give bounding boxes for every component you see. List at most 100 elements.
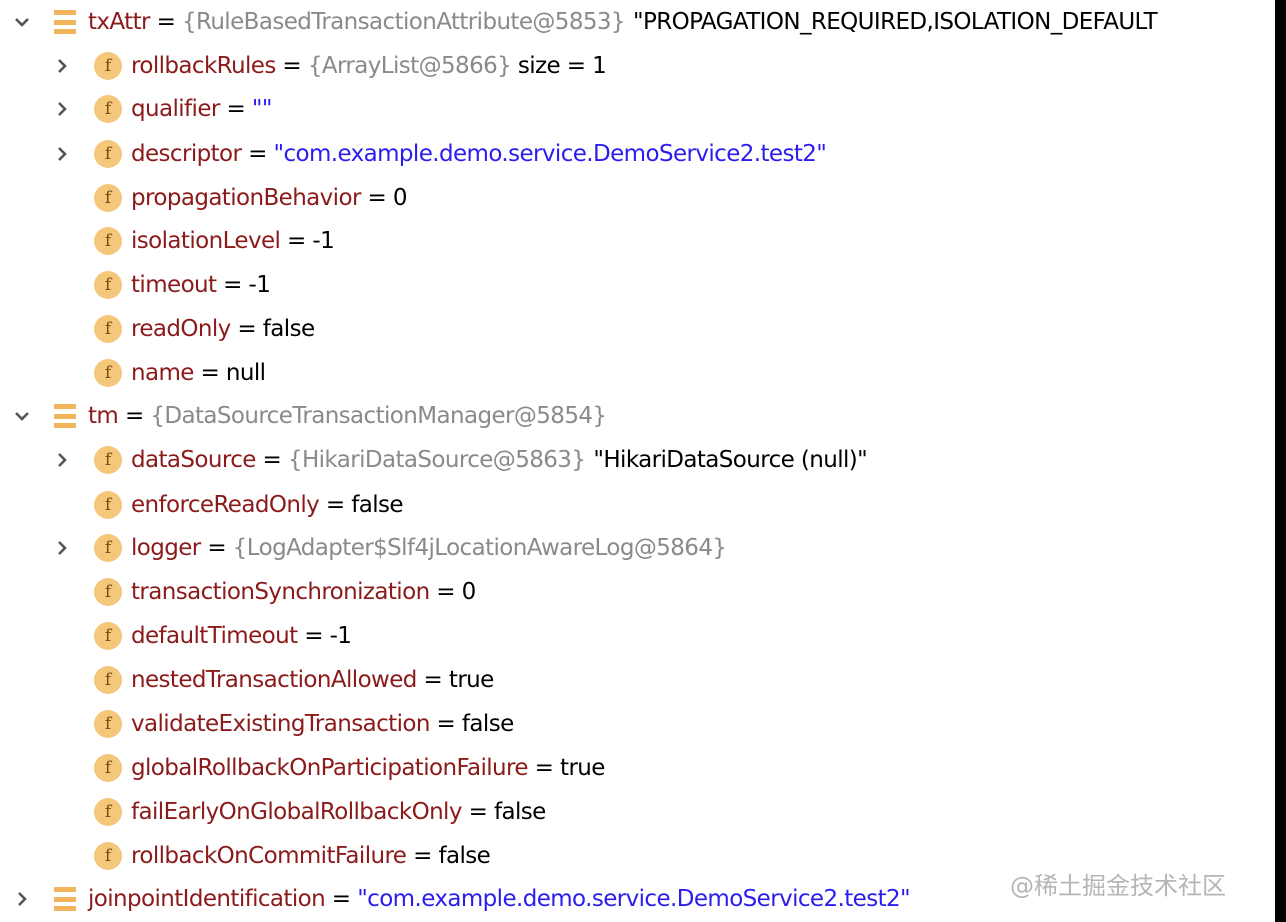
variable-value: true: [560, 755, 605, 781]
variable-name: descriptor: [131, 141, 242, 167]
row-text: qualifier = "": [131, 96, 272, 122]
equals-sign: =: [275, 53, 308, 79]
equals-sign: =: [325, 886, 358, 912]
tree-row-failEarlyOnGlobalRollbackOnly[interactable]: f failEarlyOnGlobalRollbackOnly = false: [0, 790, 1275, 834]
variable-value: false: [461, 711, 514, 737]
tree-row-logger[interactable]: f logger = {LogAdapter$Slf4jLocationAware…: [0, 526, 1275, 570]
variable-value: -1: [312, 228, 335, 254]
equals-sign: =: [118, 403, 151, 429]
tree-row-defaultTimeout[interactable]: f defaultTimeout = -1: [0, 614, 1275, 658]
tree-row-enforceReadOnly[interactable]: f enforceReadOnly = false: [0, 483, 1275, 527]
equals-sign: =: [429, 711, 462, 737]
variable-value: false: [351, 492, 403, 518]
row-text: propagationBehavior = 0: [131, 185, 408, 211]
field-icon: f: [94, 52, 122, 80]
row-text: timeout = -1: [131, 272, 271, 298]
tree-row-transactionSynchronization[interactable]: f transactionSynchronization = 0: [0, 570, 1275, 614]
variable-name: tm: [88, 403, 119, 429]
chevron-right-icon[interactable]: [12, 889, 32, 909]
variable-name: defaultTimeout: [131, 623, 298, 649]
equals-sign: =: [297, 623, 330, 649]
tree-row-rollbackRules[interactable]: f rollbackRules = {ArrayList@5866} size =…: [0, 44, 1275, 88]
equals-sign: =: [429, 579, 462, 605]
variable-value: true: [448, 667, 494, 693]
variable-name: failEarlyOnGlobalRollbackOnly: [131, 799, 462, 825]
row-text: nestedTransactionAllowed = true: [131, 667, 494, 693]
tree-row-isolationLevel[interactable]: f isolationLevel = -1: [0, 219, 1275, 263]
tree-row-validateExistingTransaction[interactable]: f validateExistingTransaction = false: [0, 702, 1275, 746]
variable-type: {ArrayList@5866}: [307, 53, 512, 79]
variable-type: {DataSourceTransactionManager@5854}: [150, 403, 607, 429]
variable-name: txAttr: [88, 9, 150, 35]
tree-row-propagationBehavior[interactable]: f propagationBehavior = 0: [0, 176, 1275, 220]
variable-value: 0: [461, 579, 477, 605]
chevron-right-icon[interactable]: [52, 144, 72, 164]
variable-name: name: [131, 360, 194, 386]
row-text: isolationLevel = -1: [131, 228, 335, 254]
field-icon: f: [94, 315, 122, 343]
variable-value: -1: [248, 272, 271, 298]
equals-sign: =: [255, 447, 288, 473]
row-text: globalRollbackOnParticipationFailure = t…: [131, 755, 605, 781]
row-text: tm = {DataSourceTransactionManager@5854}: [88, 403, 607, 429]
row-text: transactionSynchronization = 0: [131, 579, 476, 605]
equals-sign: =: [527, 755, 561, 781]
row-text: validateExistingTransaction = false: [131, 711, 514, 737]
variable-value: "PROPAGATION_REQUIRED,ISOLATION_DEFAULT: [632, 9, 1158, 35]
equals-sign: =: [200, 535, 233, 561]
tree-row-globalRollbackOnParticipationFailure[interactable]: f globalRollbackOnParticipationFailure = …: [0, 746, 1275, 790]
tree-row-timeout[interactable]: f timeout = -1: [0, 263, 1275, 307]
variable-value: null: [225, 360, 266, 386]
equals-sign: =: [149, 9, 182, 35]
equals-sign: =: [230, 316, 263, 342]
variable-value: "HikariDataSource (null)": [593, 447, 868, 473]
row-text: enforceReadOnly = false: [131, 492, 404, 518]
tree-row-tm[interactable]: tm = {DataSourceTransactionManager@5854}: [0, 394, 1275, 438]
tree-row-dataSource[interactable]: f dataSource = {HikariDataSource@5863} "Hi…: [0, 438, 1275, 482]
tree-row-readOnly[interactable]: f readOnly = false: [0, 307, 1275, 351]
variable-name: qualifier: [131, 96, 220, 122]
chevron-right-icon[interactable]: [52, 56, 72, 76]
list-icon: [54, 887, 76, 911]
field-icon: f: [94, 491, 122, 519]
equals-sign: =: [461, 799, 494, 825]
variable-value: 0: [392, 185, 408, 211]
tree-row-nestedTransactionAllowed[interactable]: f nestedTransactionAllowed = true: [0, 658, 1275, 702]
variable-name: dataSource: [131, 447, 256, 473]
tree-row-qualifier[interactable]: f qualifier = "": [0, 87, 1275, 131]
list-icon: [54, 10, 76, 34]
equals-sign: =: [193, 360, 226, 386]
row-text: defaultTimeout = -1: [131, 623, 352, 649]
row-text: txAttr = {RuleBasedTransactionAttribute@…: [88, 9, 1158, 35]
variable-value: size = 1: [511, 53, 607, 79]
variable-value: "": [251, 96, 273, 122]
variable-type: {RuleBasedTransactionAttribute@5853}: [181, 9, 626, 35]
variable-name: nestedTransactionAllowed: [131, 667, 417, 693]
field-icon: f: [94, 622, 122, 650]
field-icon: f: [94, 359, 122, 387]
variable-name: globalRollbackOnParticipationFailure: [131, 755, 529, 781]
chevron-right-icon[interactable]: [52, 450, 72, 470]
tree-row-txAttr[interactable]: txAttr = {RuleBasedTransactionAttribute@…: [0, 0, 1275, 44]
debugger-variables-tree: txAttr = {RuleBasedTransactionAttribute@…: [0, 0, 1275, 922]
chevron-down-icon[interactable]: [12, 406, 32, 426]
variable-type: {LogAdapter$Slf4jLocationAwareLog@5864}: [232, 535, 727, 561]
chevron-down-icon[interactable]: [12, 12, 32, 32]
chevron-right-icon[interactable]: [52, 538, 72, 558]
chevron-right-icon[interactable]: [52, 99, 72, 119]
variable-name: logger: [131, 535, 201, 561]
variable-value: false: [493, 799, 546, 825]
variable-type: {HikariDataSource@5863}: [287, 447, 586, 473]
field-icon: f: [94, 578, 122, 606]
equals-sign: =: [219, 96, 252, 122]
row-text: dataSource = {HikariDataSource@5863} "Hik…: [131, 447, 868, 473]
tree-row-descriptor[interactable]: f descriptor = "com.example.demo.service.…: [0, 132, 1275, 176]
equals-sign: =: [241, 141, 274, 167]
tree-row-name[interactable]: f name = null: [0, 351, 1275, 395]
variable-name: readOnly: [131, 316, 231, 342]
row-text: failEarlyOnGlobalRollbackOnly = false: [131, 799, 546, 825]
variable-name: rollbackRules: [131, 53, 276, 79]
variable-name: joinpointIdentification: [88, 886, 326, 912]
field-icon: f: [94, 95, 122, 123]
field-icon: f: [94, 227, 122, 255]
